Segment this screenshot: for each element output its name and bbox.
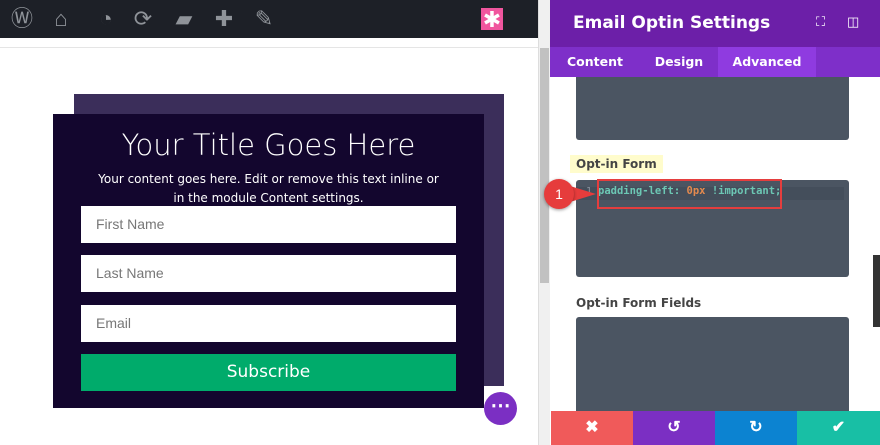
optin-title: Your Title Goes Here (121, 128, 416, 162)
optin-description: Your content goes here. Edit or remove t… (98, 172, 439, 205)
css-textarea[interactable] (576, 77, 849, 140)
divi-builder-icon[interactable]: ✱ (481, 8, 503, 32)
panel-scrollbar[interactable] (873, 255, 880, 327)
last-name-field[interactable]: Last Name (81, 255, 456, 292)
email-optin-module[interactable]: Your Title Goes Here Your content goes h… (53, 114, 484, 408)
tab-design[interactable]: Design (640, 47, 718, 77)
opt-in-form-fields-label: Opt-in Form Fields (576, 296, 702, 310)
tab-advanced[interactable]: Advanced (718, 47, 816, 77)
page-scrollbar-thumb[interactable] (540, 48, 549, 283)
subscribe-button[interactable]: Subscribe (81, 354, 456, 391)
edit-icon[interactable]: ✎ (250, 5, 278, 33)
opt-in-form-label: Opt-in Form (570, 155, 663, 173)
first-name-field[interactable]: First Name (81, 206, 456, 243)
close-icon: ✖ (585, 419, 599, 436)
redo-button[interactable]: ↻ (715, 411, 797, 445)
split-view-icon[interactable]: ◫ (847, 14, 859, 30)
redo-icon: ↻ (749, 419, 763, 436)
cancel-button[interactable]: ✖ (551, 411, 633, 445)
undo-icon: ↺ (667, 419, 681, 436)
tab-content[interactable]: Content (550, 47, 640, 77)
callout-badge: 1 (544, 179, 574, 209)
new-content-icon[interactable]: ✚ (210, 5, 238, 33)
admin-bar: Ⓦ ⌂ ◔ ⟳ ▰ ✚ ✎ ✱ (0, 0, 538, 38)
highlight-box (597, 179, 782, 209)
check-icon: ✔ (831, 419, 846, 436)
settings-panel: Email Optin Settings ⛶ ◫ Content Design … (544, 0, 880, 445)
wordpress-icon[interactable]: Ⓦ (8, 5, 36, 33)
divider (0, 47, 538, 48)
panel-header: Email Optin Settings ⛶ ◫ (550, 0, 880, 47)
my-sites-icon[interactable]: ⌂ (47, 5, 75, 33)
undo-button[interactable]: ↺ (633, 411, 715, 445)
updates-icon[interactable]: ⟳ (129, 5, 157, 33)
save-button[interactable]: ✔ (797, 411, 880, 445)
panel-title: Email Optin Settings (573, 13, 771, 33)
fullscreen-icon[interactable]: ⛶ (816, 14, 825, 30)
more-options-button[interactable]: ⋯ (484, 392, 517, 425)
panel-tabs: Content Design Advanced (550, 47, 880, 77)
dashboard-icon[interactable]: ◔ (92, 5, 120, 33)
comments-icon[interactable]: ▰ (170, 5, 198, 33)
email-field[interactable]: Email (81, 305, 456, 342)
